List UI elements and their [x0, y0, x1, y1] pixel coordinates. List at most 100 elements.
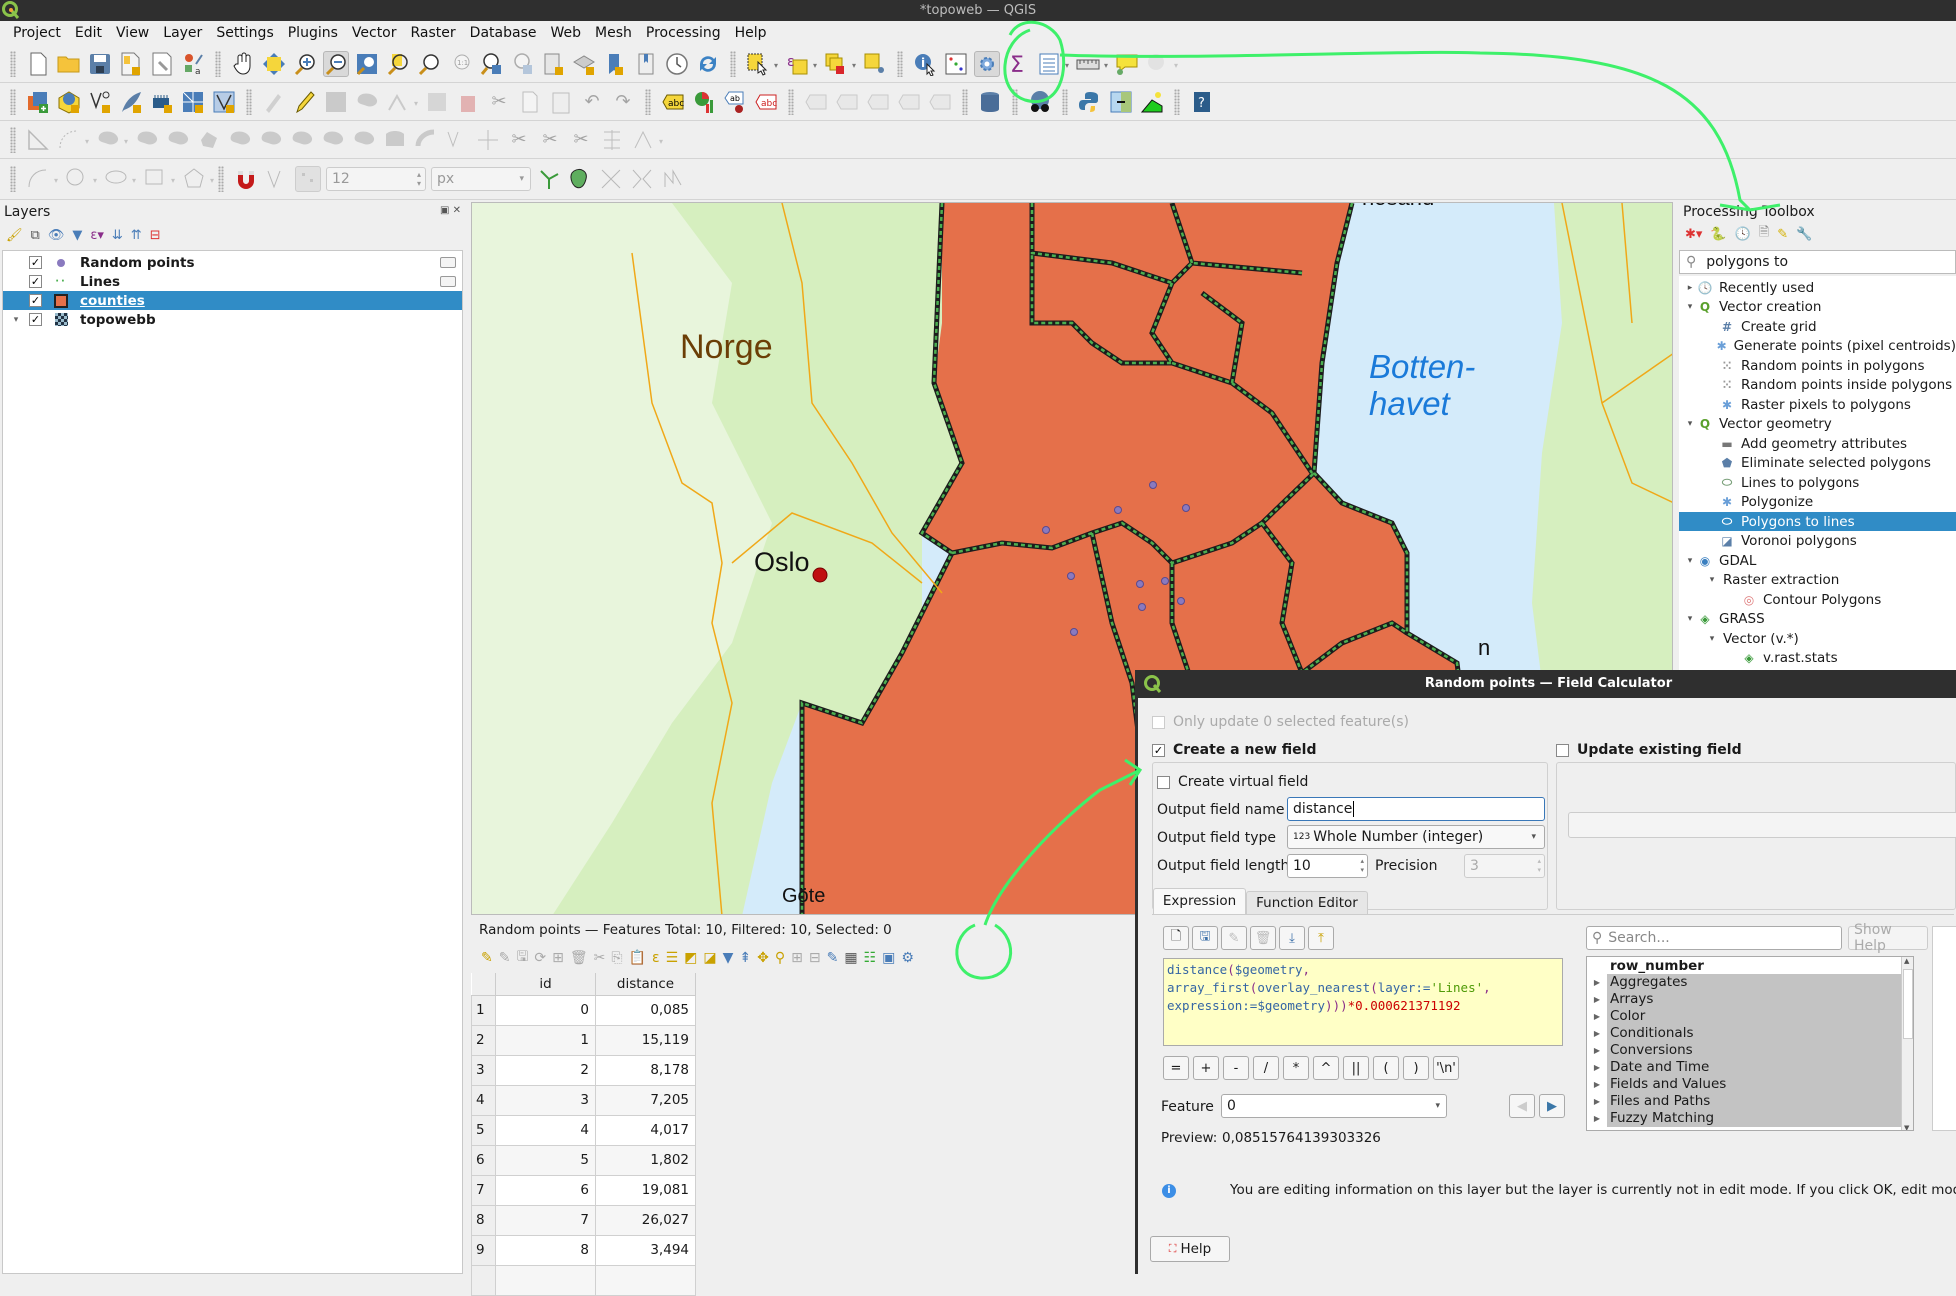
metasearch-icon[interactable] [1027, 89, 1053, 115]
cell-id[interactable]: 5 [495, 1144, 596, 1176]
toolbar-grip[interactable] [215, 50, 221, 77]
expand-arrow-icon[interactable]: ▶ [1587, 1114, 1607, 1123]
output-field-name-input[interactable]: distance [1287, 797, 1545, 821]
toolbox-item-voronoi-polygons[interactable]: ◪ Voronoi polygons [1679, 532, 1956, 551]
row-number[interactable]: 4 [471, 1084, 496, 1116]
remove-layer-icon[interactable]: ⊟ [150, 228, 161, 243]
toolbar-grip[interactable] [10, 166, 16, 192]
show-bookmarks-icon[interactable] [633, 51, 659, 77]
row-number[interactable]: 6 [471, 1144, 496, 1176]
cad-tools-icon[interactable] [25, 127, 51, 153]
add-polygon-icon[interactable] [354, 89, 380, 115]
move-feature-icon[interactable]: ▾ [95, 127, 128, 153]
layer-visibility-checkbox[interactable]: ✓ [29, 294, 42, 307]
add-ellipse-icon[interactable]: ▾ [103, 166, 136, 192]
corner-header[interactable] [471, 973, 496, 996]
scale-feature-icon[interactable] [165, 127, 191, 153]
layer-visibility-checkbox[interactable]: ✓ [29, 313, 42, 326]
snapping-tolerance-spinbox[interactable]: 12 ▴ ▾ [326, 167, 426, 191]
collapse-arrow-icon[interactable]: ▾ [1705, 634, 1719, 644]
feature-select[interactable]: 0 ▾ [1221, 1094, 1447, 1118]
measure-icon[interactable]: ▾ [1075, 51, 1108, 77]
modify-attributes-icon[interactable] [424, 89, 450, 115]
paste-icon[interactable]: 📋 [629, 950, 646, 966]
menu-processing[interactable]: Processing [639, 25, 728, 41]
cell-distance[interactable]: 1,802 [595, 1144, 696, 1176]
highlight-labels-icon[interactable]: abc [753, 89, 779, 115]
operator-button[interactable]: - [1223, 1056, 1249, 1080]
delete-field-icon[interactable]: ⊟ [809, 950, 821, 966]
zoom-native-icon[interactable]: 1:1 [447, 51, 473, 77]
delete-feature-icon[interactable]: 🗑 [570, 950, 588, 966]
existing-field-select[interactable] [1568, 812, 1956, 838]
collapse-arrow-icon[interactable]: ▾ [1683, 302, 1697, 312]
new-bookmark-icon[interactable] [602, 51, 628, 77]
function-group-item[interactable]: ▶ Arrays [1587, 991, 1913, 1008]
create-new-field-checkbox[interactable]: ✓ Create a new field [1152, 742, 1316, 758]
split-features-icon[interactable] [475, 127, 501, 153]
rotate-label-icon[interactable] [896, 89, 922, 115]
layer-item-random-points[interactable]: ✓ Random points [3, 253, 462, 272]
menu-mesh[interactable]: Mesh [588, 25, 639, 41]
identify-icon[interactable]: i [912, 51, 938, 77]
toolbox-item-recently-used[interactable]: ▸ 🕓 Recently used [1679, 278, 1956, 297]
add-rectangle-icon[interactable]: ▾ [142, 166, 175, 192]
collapse-all-icon[interactable]: ⇈ [131, 228, 142, 243]
toolbox-item-gdal[interactable]: ▾ ◉ GDAL [1679, 551, 1956, 570]
row-number[interactable]: 9 [471, 1234, 496, 1266]
column-header-distance[interactable]: distance [595, 973, 696, 996]
function-group-item[interactable]: ▶ Date and Time [1587, 1059, 1913, 1076]
cell-id[interactable]: 4 [495, 1114, 596, 1146]
import-expressions-icon[interactable]: ⤓ [1279, 926, 1305, 950]
deselect-icon[interactable]: ▾ [823, 51, 856, 77]
menu-project[interactable]: Project [6, 25, 68, 41]
snapping-intersection-icon[interactable] [598, 166, 624, 192]
operator-button[interactable]: = [1163, 1056, 1189, 1080]
refresh-icon[interactable] [695, 51, 721, 77]
add-part-icon[interactable] [258, 127, 284, 153]
toolbox-item-polygonize[interactable]: ✱ Polygonize [1679, 493, 1956, 512]
select-all-icon[interactable]: ☰ [666, 950, 679, 966]
zoom-in-icon[interactable] [292, 51, 318, 77]
pan-icon[interactable] [230, 51, 256, 77]
help-button[interactable]: ⛶ Help [1150, 1236, 1230, 1262]
expand-all-icon[interactable]: ⇊ [112, 228, 123, 243]
current-edits-icon[interactable] [261, 89, 287, 115]
collapse-arrow-icon[interactable]: ▾ [1683, 419, 1697, 429]
panel-float-close-buttons[interactable]: ▣ ✕ [440, 205, 461, 216]
expand-arrow-icon[interactable]: ▶ [1587, 1080, 1607, 1089]
toolbar-grip[interactable] [246, 88, 252, 115]
style-manager-icon[interactable]: a [180, 51, 206, 77]
add-circular-string-icon[interactable]: ▾ [56, 127, 89, 153]
add-ring-icon[interactable] [227, 127, 253, 153]
deselect-all-icon[interactable]: ◪ [703, 950, 716, 966]
toolbox-item-vector-geometry[interactable]: ▾ Q Vector geometry [1679, 415, 1956, 434]
menu-help[interactable]: Help [728, 25, 774, 41]
layer-item-counties[interactable]: ✓ counties [3, 291, 462, 310]
table-row[interactable]: 1 0 0,085 [471, 994, 696, 1026]
results-viewer-icon[interactable]: 🗎 [1759, 223, 1769, 245]
cut-icon[interactable]: ✂ [594, 950, 606, 966]
toolbox-item-raster-extraction[interactable]: ▾ Raster extraction [1679, 571, 1956, 590]
toolbar-grip[interactable] [730, 50, 736, 77]
new-project-icon[interactable] [25, 51, 51, 77]
zoom-out-icon[interactable] [323, 50, 349, 77]
operator-button[interactable]: ^ [1313, 1056, 1339, 1080]
new-field-icon[interactable]: ⊞ [791, 950, 803, 966]
expand-arrow-icon[interactable]: ▶ [1587, 1046, 1607, 1055]
function-group-item[interactable]: ▶ Files and Paths [1587, 1093, 1913, 1110]
function-group-item[interactable]: ▶ Conditionals [1587, 1025, 1913, 1042]
split-parts-icon[interactable]: ✂ [506, 127, 532, 153]
label-toolbar-icon[interactable]: abc [660, 89, 686, 115]
rotate-point-symbols-icon[interactable] [599, 127, 625, 153]
filter-select-icon[interactable]: ▼ [723, 950, 734, 966]
row-number[interactable]: 3 [471, 1054, 496, 1086]
help-contents-icon[interactable]: ? [1189, 89, 1215, 115]
cell-distance[interactable] [595, 1264, 696, 1296]
cell-id[interactable]: 6 [495, 1174, 596, 1206]
toggle-editing-icon[interactable]: ✎ [481, 950, 493, 966]
simplify-feature-icon[interactable] [196, 127, 222, 153]
new-3d-map-view-icon[interactable] [571, 51, 597, 77]
add-group-icon[interactable]: ⧉ [31, 228, 40, 243]
cut-features-icon[interactable]: ✂ [486, 89, 512, 115]
